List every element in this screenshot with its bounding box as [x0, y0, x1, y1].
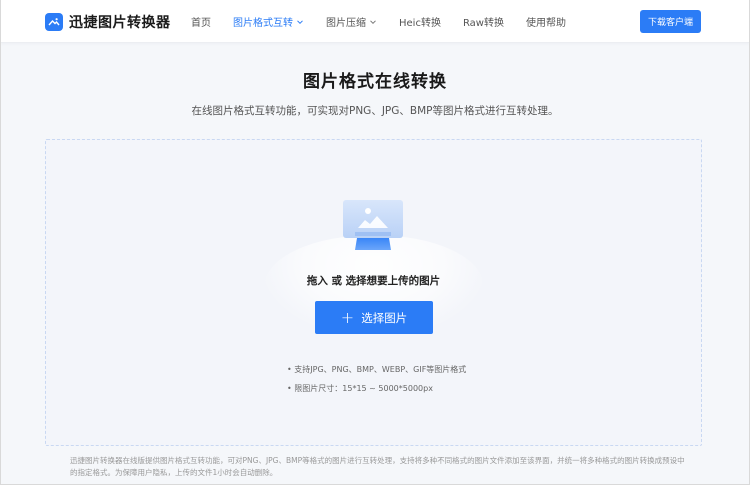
- supported-formats-note: • 支持JPG、PNG、BMP、WEBP、GIF等图片格式: [287, 365, 467, 374]
- nav-item-label: Heic转换: [399, 18, 441, 29]
- nav-item-label: Raw转换: [462, 18, 504, 29]
- logo-text: 迅捷图片转换器: [69, 15, 171, 31]
- choose-image-label: 选择图片: [361, 310, 408, 325]
- nav-item-label: 图片格式互转: [233, 18, 293, 29]
- logo[interactable]: 迅捷图片转换器: [45, 12, 171, 32]
- image-upload-icon: [343, 200, 403, 250]
- nav-item-help[interactable]: 使用帮助: [526, 0, 566, 43]
- plus-icon: +: [340, 307, 355, 327]
- upload-notes: • 支持JPG、PNG、BMP、WEBP、GIF等图片格式 • 限图片尺寸：15…: [287, 360, 466, 398]
- choose-image-button[interactable]: + 选择图片: [315, 301, 433, 334]
- page-title: 图片格式在线转换: [303, 72, 447, 92]
- image-icon: [45, 13, 63, 31]
- chevron-down-icon: [370, 19, 376, 24]
- nav-item-label: 图片压缩: [326, 18, 366, 29]
- nav-item-raw[interactable]: Raw转换: [463, 0, 504, 43]
- main-nav: 首页 图片格式互转 图片压缩 Heic转换 Raw转换 使用帮助: [180, 0, 588, 43]
- nav-item-compress[interactable]: 图片压缩: [326, 0, 377, 43]
- download-client-button[interactable]: 下载客户端: [640, 10, 701, 33]
- nav-item-heic[interactable]: Heic转换: [399, 0, 441, 43]
- size-limit-note: • 限图片尺寸：15*15 ~ 5000*5000px: [287, 384, 433, 393]
- page-subtitle: 在线图片格式互转功能，可实现对PNG、JPG、BMP等图片格式进行互转处理。: [191, 105, 559, 117]
- footer-description: 迅捷图片转换器在线版提供图片格式互转功能，可对PNG、JPG、BMP等格式的图片…: [70, 456, 685, 477]
- nav-item-format-convert[interactable]: 图片格式互转: [233, 0, 304, 43]
- drop-instruction: 拖入 或 选择想要上传的图片: [306, 275, 441, 287]
- chevron-down-icon: [297, 19, 303, 24]
- nav-item-label: 首页: [191, 18, 211, 29]
- top-header: 迅捷图片转换器 首页 图片格式互转 图片压缩 Heic转换 Raw转换 使用帮助…: [0, 0, 750, 43]
- nav-item-home[interactable]: 首页: [191, 0, 211, 43]
- nav-item-label: 使用帮助: [526, 18, 566, 29]
- upload-dropzone[interactable]: 拖入 或 选择想要上传的图片 + 选择图片 • 支持JPG、PNG、BMP、WE…: [45, 139, 702, 446]
